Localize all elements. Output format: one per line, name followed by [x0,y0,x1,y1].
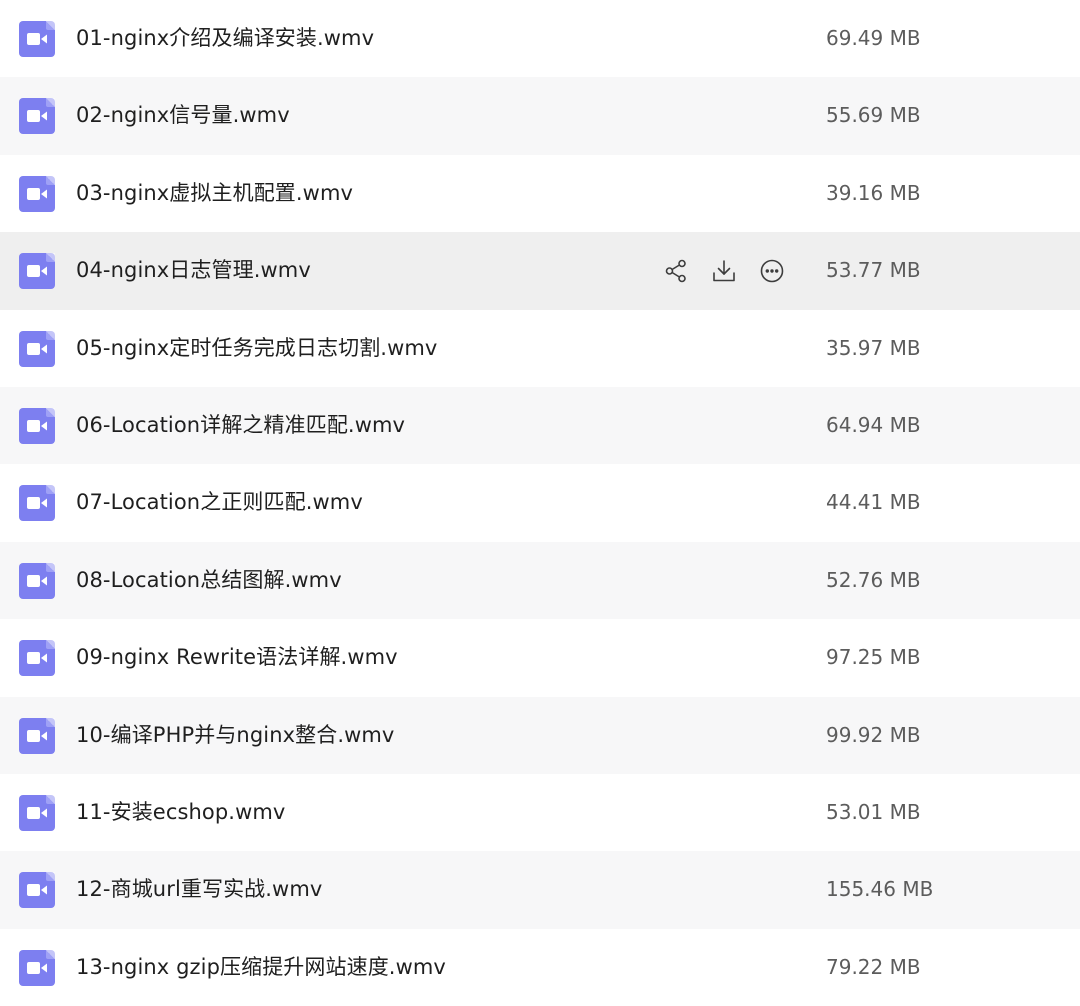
file-size: 69.49 MB [826,26,921,50]
file-name[interactable]: 06-Location详解之精准匹配.wmv [76,387,405,464]
file-size: 39.16 MB [826,180,921,205]
video-file-icon [19,408,55,444]
file-size: 35.97 MB [826,335,921,360]
file-size: 99.92 MB [826,722,921,747]
file-name[interactable]: 09-nginx Rewrite语法详解.wmv [76,619,398,696]
file-row[interactable]: 10-编译PHP并与nginx整合.wmv 99.92 MB [0,696,1080,774]
video-file-icon [19,795,55,831]
file-row[interactable]: 12-商城url重写实战.wmv 155.46 MB [0,851,1080,929]
file-size: 64.94 MB [826,413,921,437]
video-file-icon [19,21,55,57]
file-name[interactable]: 01-nginx介绍及编译安装.wmv [76,0,374,77]
file-name[interactable]: 08-Location总结图解.wmv [76,542,342,619]
file-row[interactable]: 05-nginx定时任务完成日志切割.wmv 35.97 MB [0,310,1080,387]
video-file-icon [19,175,55,212]
video-file-icon [19,253,55,290]
download-icon[interactable] [708,255,740,287]
file-size: 53.01 MB [826,800,921,824]
file-row[interactable]: 07-Location之正则匹配.wmv 44.41 MB [0,464,1080,541]
video-file-icon [19,330,55,367]
video-file-icon [19,872,55,909]
file-row[interactable]: 06-Location详解之精准匹配.wmv 64.94 MB [0,387,1080,465]
file-row[interactable]: 08-Location总结图解.wmv 52.76 MB [0,541,1080,620]
file-name[interactable]: 11-安装ecshop.wmv [76,774,285,851]
row-actions [660,255,788,287]
file-size: 55.69 MB [826,103,921,128]
file-row[interactable]: 03-nginx虚拟主机配置.wmv 39.16 MB [0,155,1080,232]
file-size: 79.22 MB [826,954,921,979]
video-file-icon [19,640,55,677]
video-file-icon [19,562,55,599]
more-options-icon[interactable] [756,255,788,287]
file-size: 53.77 MB [826,258,921,283]
file-size: 44.41 MB [826,490,921,515]
video-file-icon [19,98,55,135]
file-name[interactable]: 10-编译PHP并与nginx整合.wmv [76,697,394,774]
file-name[interactable]: 03-nginx虚拟主机配置.wmv [76,155,353,232]
video-file-icon [19,949,55,986]
file-size: 155.46 MB [826,877,934,902]
file-name[interactable]: 07-Location之正则匹配.wmv [76,464,363,541]
video-file-icon [19,485,55,522]
file-name[interactable]: 04-nginx日志管理.wmv [76,232,311,309]
file-row[interactable]: 02-nginx信号量.wmv 55.69 MB [0,77,1080,155]
file-row-hovered[interactable]: 04-nginx日志管理.wmv 53.77 MB [0,232,1080,310]
file-size: 97.25 MB [826,645,921,670]
file-name[interactable]: 13-nginx gzip压缩提升网站速度.wmv [76,929,446,1006]
file-row[interactable]: 11-安装ecshop.wmv 53.01 MB [0,774,1080,851]
file-name[interactable]: 12-商城url重写实战.wmv [76,851,322,928]
file-row[interactable]: 13-nginx gzip压缩提升网站速度.wmv 79.22 MB [0,929,1080,1006]
file-name[interactable]: 05-nginx定时任务完成日志切割.wmv [76,310,437,387]
share-icon[interactable] [660,255,692,287]
file-row[interactable]: 01-nginx介绍及编译安装.wmv 69.49 MB [0,0,1080,77]
file-size: 52.76 MB [826,567,921,592]
file-name[interactable]: 02-nginx信号量.wmv [76,77,290,154]
file-list: 01-nginx介绍及编译安装.wmv 69.49 MB 02-nginx信号量… [0,0,1080,1004]
video-file-icon [19,717,55,754]
file-row[interactable]: 09-nginx Rewrite语法详解.wmv 97.25 MB [0,619,1080,696]
